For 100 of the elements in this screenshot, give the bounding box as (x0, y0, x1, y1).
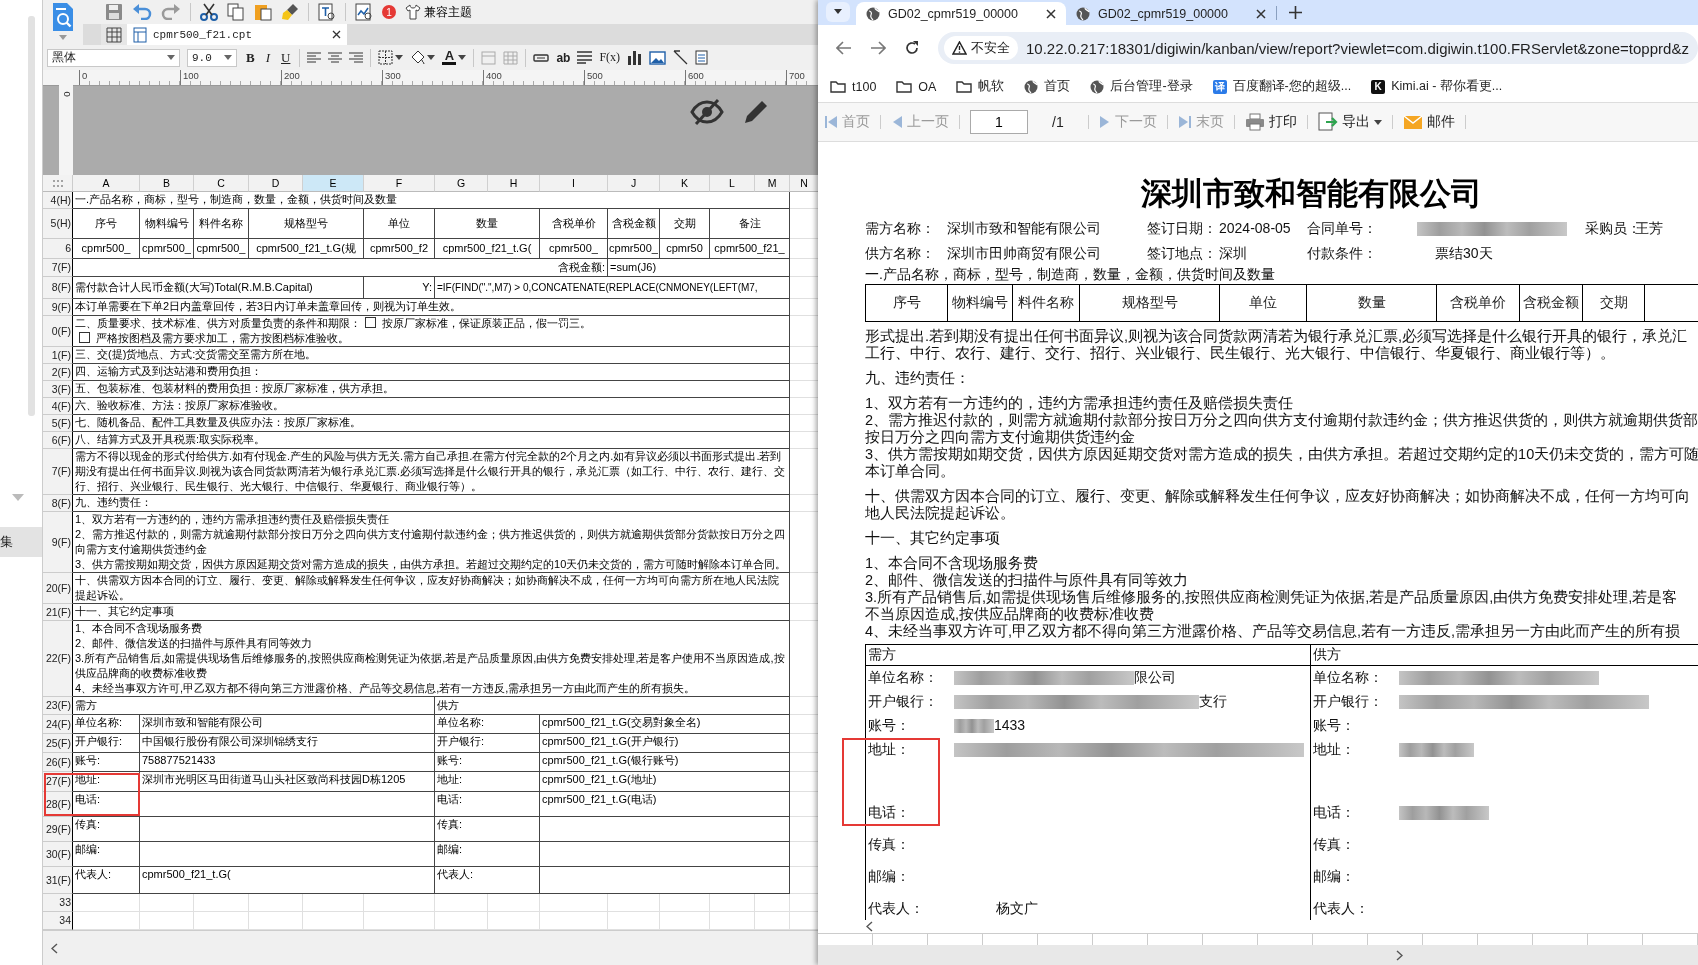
page-field[interactable]: 1 (970, 110, 1028, 134)
size-select[interactable]: 9.0 (187, 48, 237, 67)
row-header[interactable]: 2(F) (43, 364, 73, 381)
style-button[interactable]: B (244, 49, 257, 66)
fill-bucket-icon[interactable] (410, 50, 426, 65)
horizontal-scrollbar[interactable] (818, 945, 1698, 965)
row-header[interactable]: 25(F) (43, 734, 73, 753)
row-header[interactable]: 30(F) (43, 842, 73, 867)
bookmark-link[interactable]: 帆软 (956, 78, 1005, 95)
theme-button[interactable]: 兼容主题 (405, 3, 472, 21)
font-color-button[interactable]: A (442, 50, 457, 65)
column-header[interactable]: G (435, 175, 488, 192)
style-button[interactable]: I (263, 49, 272, 66)
row-header[interactable]: 5(H) (43, 209, 73, 239)
document-icon[interactable] (695, 50, 709, 65)
save-icon[interactable] (105, 3, 123, 21)
caret-icon[interactable] (224, 55, 232, 60)
row-header[interactable]: 20(F) (43, 573, 73, 604)
row-header[interactable]: 8(F) (43, 277, 73, 299)
row-header[interactable]: 21(F) (43, 604, 73, 621)
reload-icon[interactable] (904, 40, 920, 56)
column-header[interactable]: I (540, 175, 608, 192)
tab-list-button[interactable] (826, 1, 850, 22)
style-button[interactable]: U (279, 49, 293, 66)
column-header[interactable]: D (249, 175, 303, 192)
scrollbar[interactable] (28, 16, 35, 416)
row-header[interactable]: 26(F) (43, 753, 73, 772)
toolbar-button[interactable]: 导出 (1317, 112, 1382, 132)
brush-icon[interactable] (281, 3, 299, 21)
row-header[interactable]: 23(F) (43, 697, 73, 715)
caret-icon[interactable] (458, 55, 467, 60)
caret-icon[interactable] (834, 9, 842, 14)
text-field-icon[interactable] (533, 53, 550, 62)
text-search-icon[interactable] (318, 3, 336, 21)
row-header[interactable]: 31(F) (43, 867, 73, 894)
row-header[interactable]: 7(F) (43, 449, 73, 495)
row-header[interactable]: 9(F) (43, 512, 73, 573)
new-tab-icon[interactable] (1289, 6, 1302, 19)
scroll-left-icon[interactable] (51, 942, 58, 954)
row-header[interactable]: 3(F) (43, 381, 73, 398)
row-header[interactable]: 7(F) (43, 259, 73, 277)
align-right-icon[interactable] (349, 51, 364, 64)
caret-icon[interactable] (395, 55, 404, 60)
bookmark-link[interactable]: 首页 (1024, 78, 1071, 95)
checkbox[interactable] (79, 332, 90, 343)
close-icon[interactable] (1046, 8, 1056, 19)
row-header[interactable]: 6 (43, 239, 73, 259)
row-header[interactable]: 8(F) (43, 495, 73, 512)
column-header[interactable]: M (755, 175, 790, 192)
scroll-right-icon[interactable] (1396, 949, 1403, 961)
bookmark-link[interactable]: t100 (830, 79, 877, 94)
row-header[interactable]: 9(F) (43, 299, 73, 316)
back-icon[interactable] (836, 41, 852, 55)
file-tab[interactable]: cpmr500_f21.cpt (127, 24, 347, 45)
row-header[interactable]: 1(F) (43, 347, 73, 364)
slash-icon[interactable] (673, 50, 689, 65)
hidden-eye-icon[interactable] (690, 98, 724, 126)
caret-icon[interactable] (427, 55, 436, 60)
sidebar-item[interactable]: 集 (0, 527, 42, 557)
column-header[interactable]: B (140, 175, 194, 192)
column-header[interactable]: L (710, 175, 755, 192)
forward-icon[interactable] (870, 41, 886, 55)
bookmark-link[interactable]: OA (896, 79, 937, 94)
row-header[interactable]: 6(F) (43, 432, 73, 449)
browser-tab[interactable]: GD02_cpmr519_00000 (856, 2, 1066, 25)
toolbar-button[interactable]: 邮件 (1402, 113, 1455, 131)
checkbox[interactable] (365, 317, 376, 328)
column-header[interactable]: N (790, 175, 818, 192)
align-center-icon[interactable] (328, 51, 343, 64)
grid-icon[interactable] (106, 26, 122, 43)
row-header[interactable]: 34 (43, 912, 73, 930)
address-field[interactable]: 不安全 10.22.0.217:18301/digiwin/kanban/view/report?viewlet=com.digiwin.t100.FRServlet&zone=topprd&z (938, 32, 1698, 64)
bookmark-link[interactable]: K Kimi.ai - 帮你看更... (1371, 78, 1503, 95)
bar-chart-icon[interactable] (627, 50, 643, 65)
browser-tab[interactable]: GD02_cpmr519_00000 (1066, 2, 1276, 25)
horizontal-scrollbar[interactable] (818, 920, 1698, 934)
close-icon[interactable] (1256, 8, 1266, 19)
bookmark-link[interactable]: 后台管理-登录 (1090, 78, 1193, 95)
row-header[interactable]: 4(F) (43, 398, 73, 415)
undo-icon[interactable] (132, 4, 152, 20)
font-select[interactable]: 黑体 (47, 48, 180, 67)
caret-icon[interactable] (1373, 119, 1382, 125)
pencil-icon[interactable] (742, 98, 770, 126)
column-header[interactable]: C (194, 175, 249, 192)
column-header[interactable]: E (303, 175, 364, 192)
column-header[interactable]: J (608, 175, 660, 192)
paste-icon[interactable] (254, 3, 272, 21)
column-header[interactable]: F (364, 175, 435, 192)
close-icon[interactable] (332, 30, 341, 39)
document-search-icon[interactable] (51, 2, 75, 32)
bookmark-link[interactable]: 译 百度翻译-您的超级... (1212, 78, 1352, 95)
row-header[interactable]: 24(F) (43, 715, 73, 734)
row-header[interactable]: 33 (43, 894, 73, 912)
chart-search-icon[interactable] (355, 3, 373, 21)
column-header[interactable]: H (488, 175, 540, 192)
paragraph-icon[interactable] (577, 51, 593, 64)
caret-icon[interactable] (167, 55, 175, 60)
scissors-icon[interactable] (200, 3, 218, 21)
row-header[interactable]: 22(F) (43, 621, 73, 697)
toolbar-button[interactable]: 打印 (1244, 113, 1297, 131)
